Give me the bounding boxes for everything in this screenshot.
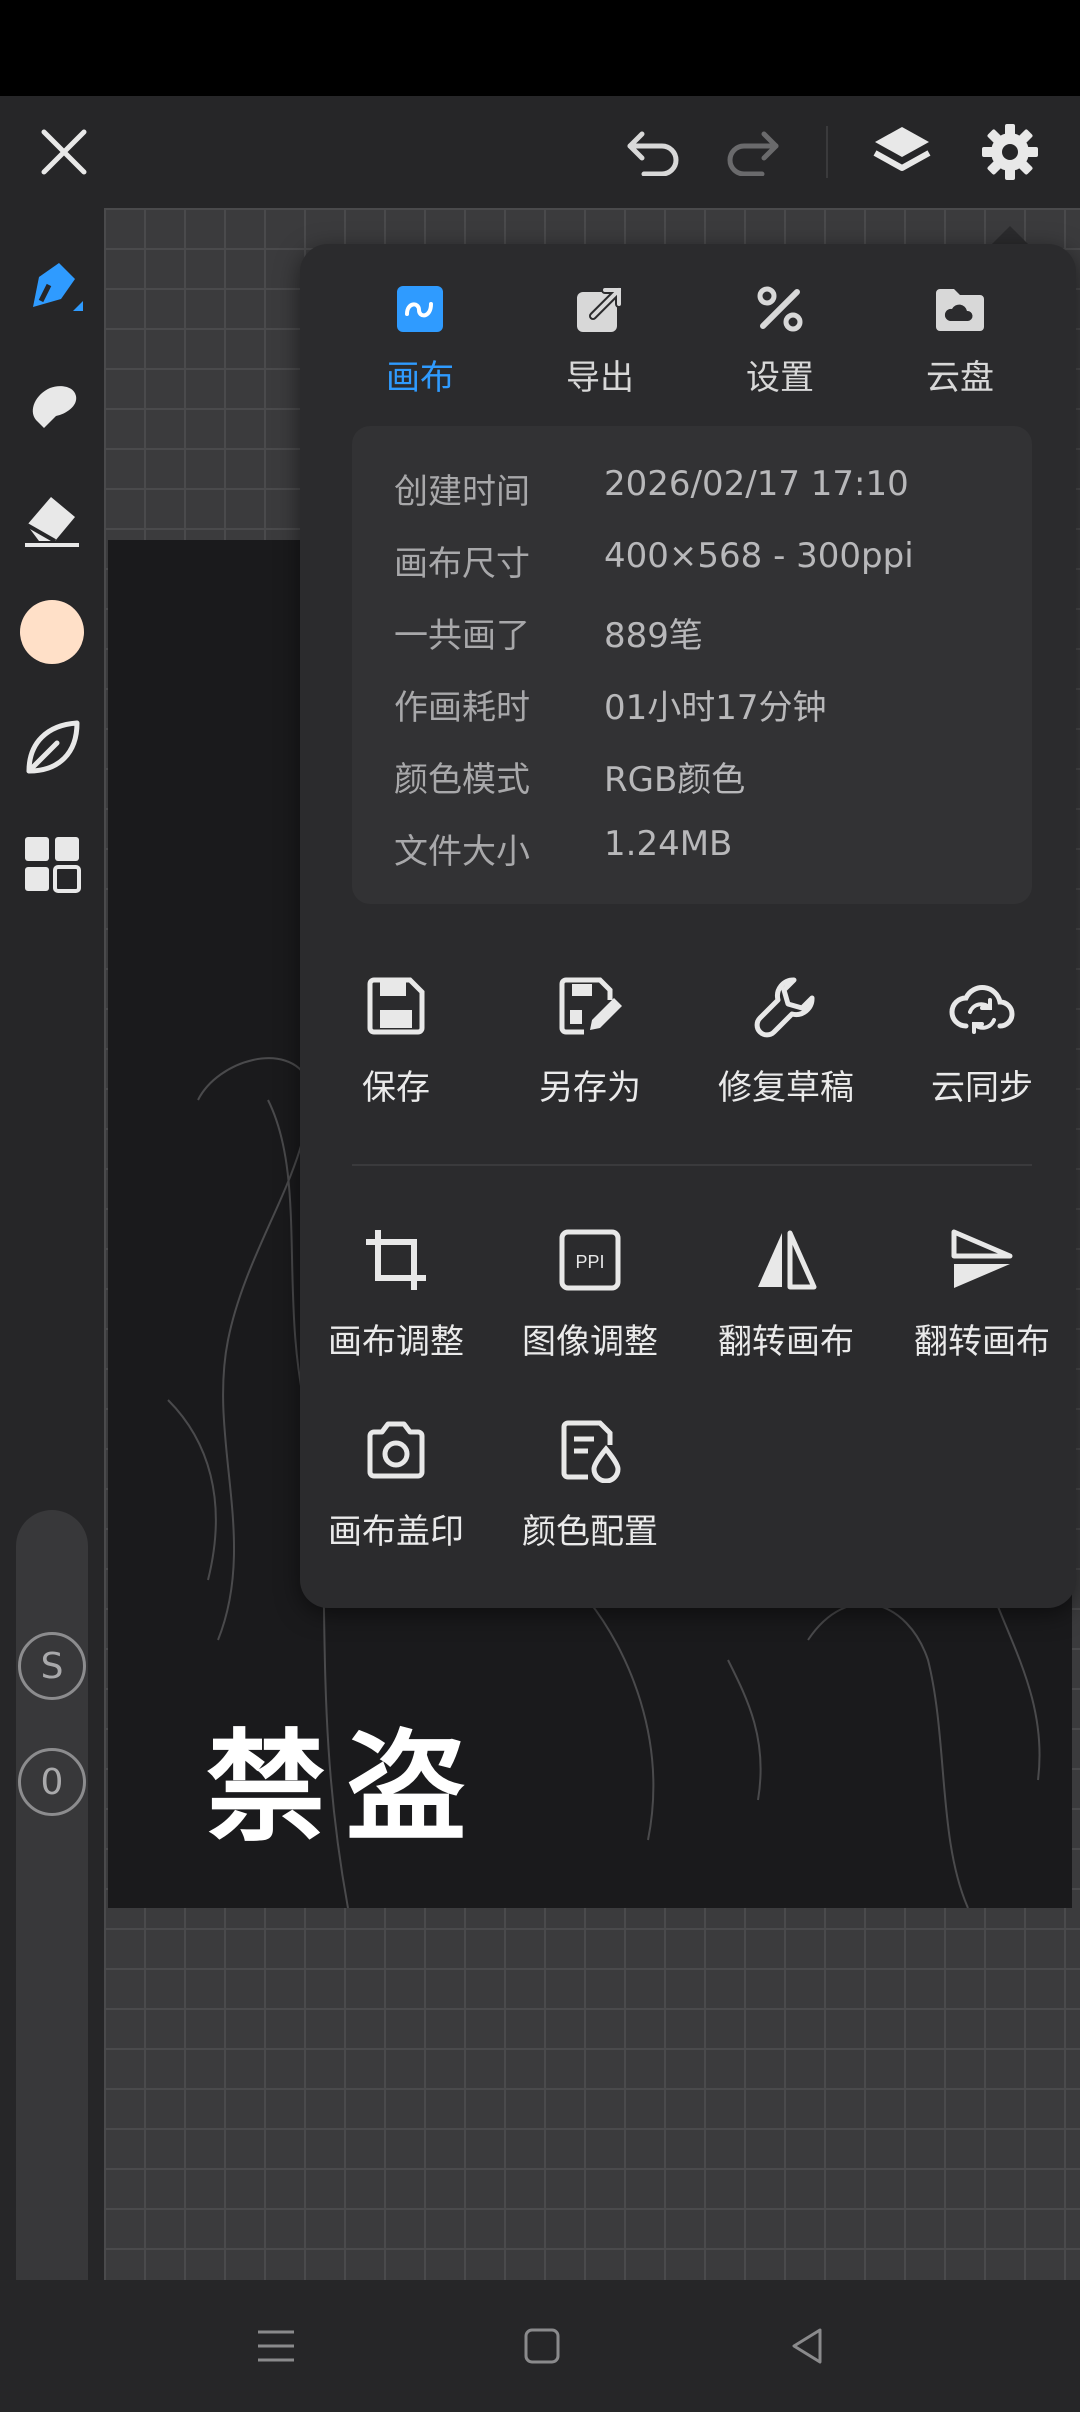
cloud-folder-icon xyxy=(870,274,1050,344)
color-config-icon xyxy=(490,1410,690,1490)
back-icon[interactable] xyxy=(772,2310,844,2382)
canvas-settings-panel: 画布 导出 设置 云盘 创建时间 2026/02/17 17:10 画布尺寸 400… xyxy=(300,244,1076,1608)
tab-settings[interactable]: 设置 xyxy=(690,274,870,404)
settings-tools-icon xyxy=(690,274,870,344)
info-row: 作画耗时 01小时17分钟 xyxy=(394,688,827,728)
flip-horizontal-icon xyxy=(686,1220,886,1300)
ppi-icon: PPI xyxy=(490,1220,690,1300)
tab-export[interactable]: 导出 xyxy=(510,274,690,404)
camera-icon xyxy=(296,1410,496,1490)
leaf-icon[interactable] xyxy=(12,708,92,788)
left-toolbar: S 0 xyxy=(0,208,104,2346)
save-as-button[interactable]: 另存为 xyxy=(490,966,690,1116)
flip-vertical-icon xyxy=(882,1220,1080,1300)
info-row: 创建时间 2026/02/17 17:10 xyxy=(394,464,909,512)
tab-canvas[interactable]: 画布 xyxy=(330,274,510,404)
opacity-badge[interactable]: 0 xyxy=(18,1748,86,1816)
divider xyxy=(826,126,828,178)
canvas-info-box: 创建时间 2026/02/17 17:10 画布尺寸 400×568 - 300pp… xyxy=(352,426,1032,904)
status-bar xyxy=(0,0,1080,96)
color-config-button[interactable]: 颜色配置 xyxy=(490,1410,690,1560)
undo-icon[interactable] xyxy=(620,118,688,186)
layers-icon[interactable] xyxy=(868,118,936,186)
panel-caret xyxy=(992,226,1028,244)
divider xyxy=(352,1164,1032,1166)
wrench-icon xyxy=(686,966,886,1046)
export-icon xyxy=(510,274,690,344)
flip-horizontal-button[interactable]: 翻转画布 xyxy=(686,1220,886,1370)
smudge-icon[interactable] xyxy=(12,364,92,444)
menu-icon[interactable] xyxy=(240,2310,312,2382)
info-row: 颜色模式 RGB颜色 xyxy=(394,760,746,800)
gear-icon[interactable] xyxy=(976,118,1044,186)
close-icon[interactable] xyxy=(30,118,98,186)
canvas-stamp-button[interactable]: 画布盖印 xyxy=(296,1410,496,1560)
system-nav-bar xyxy=(0,2280,1080,2412)
panel-tabs: 画布 导出 设置 云盘 xyxy=(300,244,1076,414)
save-icon xyxy=(296,966,496,1046)
watermark-text: 禁盗 xyxy=(206,1717,486,1858)
home-icon[interactable] xyxy=(506,2310,578,2382)
image-adjust-button[interactable]: PPI 图像调整 xyxy=(490,1220,690,1370)
canvas-adjust-button[interactable]: 画布调整 xyxy=(296,1220,496,1370)
save-button[interactable]: 保存 xyxy=(296,966,496,1116)
eraser-icon[interactable] xyxy=(12,478,92,558)
info-row: 一共画了 889笔 xyxy=(394,616,703,656)
crop-icon xyxy=(296,1220,496,1300)
top-toolbar xyxy=(0,96,1080,208)
cloud-sync-button[interactable]: 云同步 xyxy=(882,966,1080,1116)
repair-draft-button[interactable]: 修复草稿 xyxy=(686,966,886,1116)
cloud-sync-icon xyxy=(882,966,1080,1046)
flip-vertical-button[interactable]: 翻转画布 xyxy=(882,1220,1080,1370)
grid-icon[interactable] xyxy=(12,824,92,904)
canvas-icon xyxy=(330,274,510,344)
svg-text:PPI: PPI xyxy=(575,1252,604,1272)
tab-cloud[interactable]: 云盘 xyxy=(870,274,1050,404)
info-row: 文件大小 1.24MB xyxy=(394,824,733,872)
pen-icon[interactable] xyxy=(12,248,92,328)
save-as-icon xyxy=(490,966,690,1046)
stabilizer-badge[interactable]: S xyxy=(18,1632,86,1700)
color-swatch[interactable] xyxy=(12,592,92,672)
info-row: 画布尺寸 400×568 - 300ppi xyxy=(394,536,914,584)
redo-icon[interactable] xyxy=(718,118,786,186)
